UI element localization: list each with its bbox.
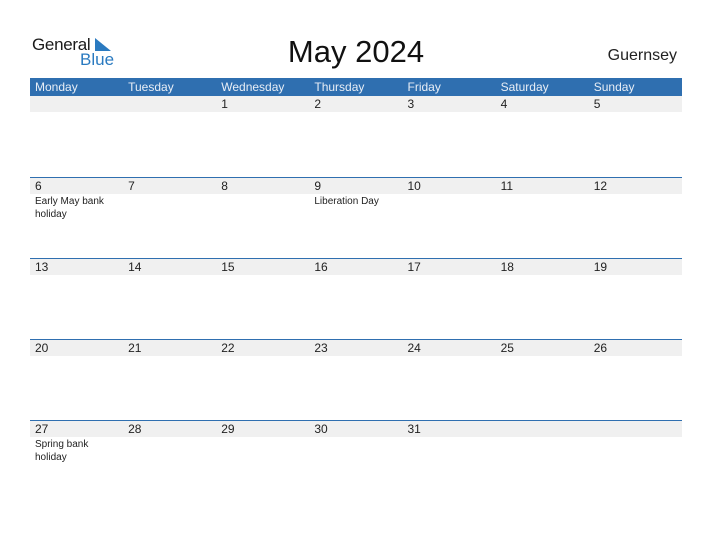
week-row: 6 Early May bank holiday 7 8 9 Liberation Day… [30,177,682,259]
weekday-monday: Monday [35,80,78,94]
day-cell: 18 [496,259,589,276]
week-row: 20 21 22 23 24 25 26 [30,339,682,421]
day-number: 21 [128,341,142,355]
day-cell: 27 Spring bank holiday [30,421,123,464]
weekday-wednesday: Wednesday [221,80,285,94]
day-number: 29 [221,422,235,436]
day-number: 14 [128,260,142,274]
day-number: 28 [128,422,142,436]
day-number: 13 [35,260,49,274]
day-number: 25 [500,341,514,355]
day-number: 24 [407,341,421,355]
day-cell: 20 [30,340,123,357]
day-cell: 30 [309,421,402,464]
day-cell: 17 [403,259,496,276]
country-label: Guernsey [607,47,677,64]
weekday-header: Monday Tuesday Wednesday Thursday Friday… [30,78,682,96]
day-cell: 28 [123,421,216,464]
week-row: 27 Spring bank holiday 28 29 30 31 [30,420,682,502]
day-cell: 13 [30,259,123,276]
weekday-tuesday: Tuesday [128,80,174,94]
day-number [501,421,589,437]
day-cell [123,96,216,113]
day-number: 3 [407,97,415,111]
day-number: 20 [35,341,49,355]
day-number: 30 [314,422,328,436]
day-number: 18 [500,260,514,274]
weekday-sunday: Sunday [593,80,635,94]
day-cell: 2 [309,96,402,113]
day-number: 7 [128,179,135,193]
week-row: 1 2 3 4 5 [30,96,682,177]
day-number: 11 [500,179,514,193]
weekday-saturday: Saturday [500,80,549,94]
holiday-label: Liberation Day [314,196,379,207]
weekday-friday: Friday [407,80,441,94]
day-cell: 31 [403,421,496,464]
day-cell: 7 [123,178,216,221]
day-number: 6 [35,179,42,193]
day-number [128,96,216,112]
day-cell: 19 [589,259,682,276]
day-number: 9 [314,179,322,193]
day-cell: 12 [589,178,682,221]
day-number: 8 [221,179,228,193]
day-number: 15 [221,260,235,274]
day-cell: 9 Liberation Day [309,178,402,221]
day-cell: 14 [123,259,216,276]
day-number: 23 [314,341,328,355]
day-cell: 23 [309,340,402,357]
day-number: 5 [593,97,601,111]
day-number [35,96,123,112]
day-cell: 5 [589,96,682,113]
holiday-label: Spring bank holiday [35,439,89,463]
day-cell: 21 [123,340,216,357]
holiday-label: Early May bank holiday [35,196,104,220]
day-cell: 1 [216,96,309,113]
day-number: 4 [500,97,508,111]
day-number: 22 [221,341,235,355]
week-row: 13 14 15 16 17 18 19 [30,258,682,340]
day-cell: 29 [216,421,309,464]
day-cell: 6 Early May bank holiday [30,178,123,221]
day-number: 16 [314,260,328,274]
day-number: 10 [407,179,421,193]
day-cell: 3 [403,96,496,113]
day-cell: 22 [216,340,309,357]
calendar-title: May 2024 [287,34,425,69]
weekday-thursday: Thursday [314,80,365,94]
day-number: 1 [221,97,228,111]
day-number: 12 [593,179,608,193]
day-cell: 25 [496,340,589,357]
day-cell: 10 [403,178,496,221]
day-number [594,421,682,437]
day-number: 2 [314,97,322,111]
day-cell: 8 [216,178,309,221]
day-number: 26 [593,341,608,355]
day-cell [496,421,589,464]
day-cell: 4 [496,96,589,113]
day-number: 17 [407,260,421,274]
day-number: 19 [593,260,608,274]
day-cell: 26 [589,340,682,357]
day-number: 31 [407,422,421,436]
day-cell: 15 [216,259,309,276]
day-cell: 24 [403,340,496,357]
day-number: 27 [35,422,49,436]
day-cell [589,421,682,464]
day-cell [30,96,123,113]
day-cell: 11 [496,178,589,221]
day-cell: 16 [309,259,402,276]
